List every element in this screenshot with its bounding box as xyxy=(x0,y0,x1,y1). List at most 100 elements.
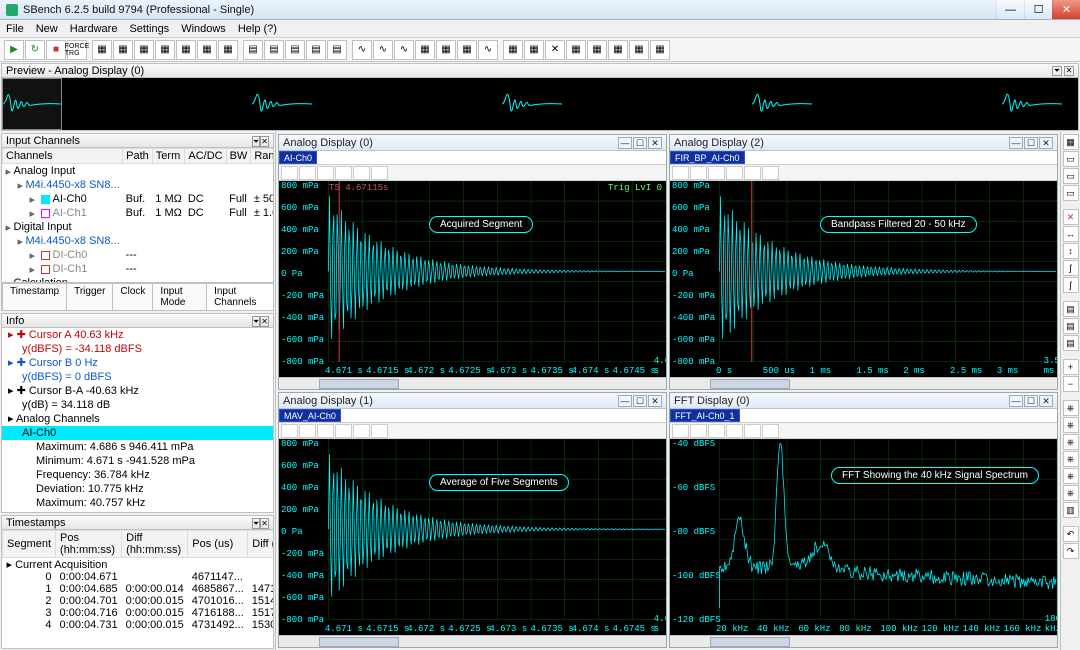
tb-l8[interactable]: ▦ xyxy=(650,40,670,60)
rt-cz-icon[interactable]: ↔ xyxy=(1063,226,1079,242)
info-close-icon[interactable]: ✕ xyxy=(260,316,269,327)
tab-clock[interactable]: Clock xyxy=(112,283,153,310)
tb-l6[interactable]: ▦ xyxy=(608,40,628,60)
window-minimize-button[interactable]: — xyxy=(996,0,1024,19)
st-3[interactable] xyxy=(708,424,725,438)
st-6[interactable] xyxy=(762,166,779,180)
st-4[interactable] xyxy=(726,166,743,180)
preview-canvas[interactable]: // small waveform ticks drawn later in J… xyxy=(2,78,1078,130)
menu-hardware[interactable]: Hardware xyxy=(70,23,118,35)
tb-w5[interactable]: ▦ xyxy=(436,40,456,60)
rt-m3[interactable]: ⎈ xyxy=(1063,434,1079,450)
st-2[interactable] xyxy=(299,166,316,180)
tab-input-channels[interactable]: Input Channels xyxy=(206,283,274,310)
st-1[interactable] xyxy=(281,424,298,438)
col-channels[interactable]: Channels xyxy=(3,149,123,164)
scope-canvas[interactable]: 800 mPa600 mPa400 mPa200 mPa0 Pa-200 mPa… xyxy=(279,181,666,377)
st-1[interactable] xyxy=(672,166,689,180)
menu-file[interactable]: File xyxy=(6,23,24,35)
scope-canvas[interactable]: -40 dBFS-60 dBFS-80 dBFS-100 dBFS-120 dB… xyxy=(670,439,1057,635)
st-4[interactable] xyxy=(726,424,743,438)
preview-close-icon[interactable]: ✕ xyxy=(1064,66,1074,76)
tb-g3[interactable]: ▦ xyxy=(134,40,154,60)
timestamps-panel-body[interactable]: SegmentPos (hh:mm:ss)Diff (hh:mm:ss)Pos … xyxy=(2,530,273,648)
timestamp-row[interactable]: 30:00:04.7160:00:00.0154716188...15172.6… xyxy=(3,607,274,619)
ts-col[interactable]: Segment xyxy=(3,531,56,558)
tb-g1[interactable]: ▦ xyxy=(92,40,112,60)
tb-w7[interactable]: ∿ xyxy=(478,40,498,60)
scope-close-button[interactable]: ✕ xyxy=(1039,395,1053,407)
rt-v1[interactable]: ▭ xyxy=(1063,151,1079,167)
st-2[interactable] xyxy=(690,424,707,438)
rt-v3[interactable]: ▭ xyxy=(1063,185,1079,201)
col-path[interactable]: Path xyxy=(123,149,153,164)
ts-close-icon[interactable]: ✕ xyxy=(260,518,269,529)
st-6[interactable] xyxy=(762,424,779,438)
tb-play-button[interactable]: ▶ xyxy=(4,40,24,60)
menu-new[interactable]: New xyxy=(36,23,58,35)
window-maximize-button[interactable]: ☐ xyxy=(1024,0,1052,19)
rt-m5[interactable]: ⎈ xyxy=(1063,468,1079,484)
rt-m7[interactable]: ▥ xyxy=(1063,502,1079,518)
st-5[interactable] xyxy=(353,424,370,438)
st-6[interactable] xyxy=(371,424,388,438)
rt-cz2-icon[interactable]: ↕ xyxy=(1063,243,1079,259)
st-4[interactable] xyxy=(335,424,352,438)
st-6[interactable] xyxy=(371,166,388,180)
rt-zoom-out-icon[interactable]: − xyxy=(1063,376,1079,392)
tb-w2[interactable]: ∿ xyxy=(373,40,393,60)
tb-l3[interactable]: ✕ xyxy=(545,40,565,60)
scope-scrollbar[interactable] xyxy=(670,377,1057,389)
tb-doc1[interactable]: ▤ xyxy=(243,40,263,60)
tb-force-button[interactable]: FORCETRG xyxy=(67,40,87,60)
col-acdc[interactable]: AC/DC xyxy=(185,149,226,164)
st-1[interactable] xyxy=(281,166,298,180)
st-5[interactable] xyxy=(744,166,761,180)
ts-col[interactable]: Pos (us) xyxy=(188,531,248,558)
scope-close-button[interactable]: ✕ xyxy=(648,137,662,149)
st-2[interactable] xyxy=(690,166,707,180)
menu-settings[interactable]: Settings xyxy=(129,23,169,35)
st-1[interactable] xyxy=(672,424,689,438)
ts-col[interactable]: Pos (hh:mm:ss) xyxy=(56,531,122,558)
rt-redo-icon[interactable]: ↷ xyxy=(1063,543,1079,559)
channel-row[interactable]: ▸DI-Ch1--- xyxy=(3,262,274,276)
channels-close-icon[interactable]: ✕ xyxy=(260,136,269,147)
st-5[interactable] xyxy=(353,166,370,180)
window-close-button[interactable]: ✕ xyxy=(1052,0,1080,19)
channel-row[interactable]: ▸M4i.4450-x8 SN8... xyxy=(3,234,274,248)
rt-plus3[interactable]: ▤ xyxy=(1063,335,1079,351)
tb-doc2[interactable]: ▤ xyxy=(264,40,284,60)
ts-col[interactable]: Diff (hh:mm:ss) xyxy=(122,531,188,558)
scope-channel-chip[interactable]: AI-Ch0 xyxy=(279,151,317,164)
rt-m2[interactable]: ⎈ xyxy=(1063,417,1079,433)
rt-plus1[interactable]: ▤ xyxy=(1063,301,1079,317)
scope-channel-chip[interactable]: FIR_BP_AI-Ch0 xyxy=(670,151,745,164)
scope-max-button[interactable]: ☐ xyxy=(633,395,647,407)
scope-scrollbar[interactable] xyxy=(279,377,666,389)
tb-stop-button[interactable]: ■ xyxy=(46,40,66,60)
tb-g7[interactable]: ▦ xyxy=(218,40,238,60)
tb-w4[interactable]: ▦ xyxy=(415,40,435,60)
rt-m1[interactable]: ⎈ xyxy=(1063,400,1079,416)
scope-close-button[interactable]: ✕ xyxy=(648,395,662,407)
timestamp-row[interactable]: 20:00:04.7010:00:00.0154701016...15149.0… xyxy=(3,595,274,607)
info-panel-body[interactable]: ▸ ✚ Cursor A 40.63 kHzy(dBFS) = -34.118 … xyxy=(2,328,273,512)
tb-doc3[interactable]: ▤ xyxy=(285,40,305,60)
st-2[interactable] xyxy=(299,424,316,438)
tb-w3[interactable]: ∿ xyxy=(394,40,414,60)
timestamp-row[interactable]: 10:00:04.6850:00:00.0144685867...14719.4… xyxy=(3,583,274,595)
tab-timestamp[interactable]: Timestamp xyxy=(2,283,67,310)
channels-panel-body[interactable]: Channels Path Term AC/DC BW Range ▸Analo… xyxy=(2,148,273,282)
st-3[interactable] xyxy=(708,166,725,180)
tb-loop-button[interactable]: ↻ xyxy=(25,40,45,60)
scope-scrollbar[interactable] xyxy=(279,635,666,647)
scope-channel-chip[interactable]: FFT_AI-Ch0_1 xyxy=(670,409,740,422)
tb-l2[interactable]: ▦ xyxy=(524,40,544,60)
scope-channel-chip[interactable]: MAV_AI-Ch0 xyxy=(279,409,341,422)
rt-int-icon[interactable]: ʃ xyxy=(1063,260,1079,276)
tb-w1[interactable]: ∿ xyxy=(352,40,372,60)
tb-l7[interactable]: ▦ xyxy=(629,40,649,60)
menu-windows[interactable]: Windows xyxy=(181,23,226,35)
channel-row[interactable]: ▸M4i.4450-x8 SN8... xyxy=(3,178,274,192)
